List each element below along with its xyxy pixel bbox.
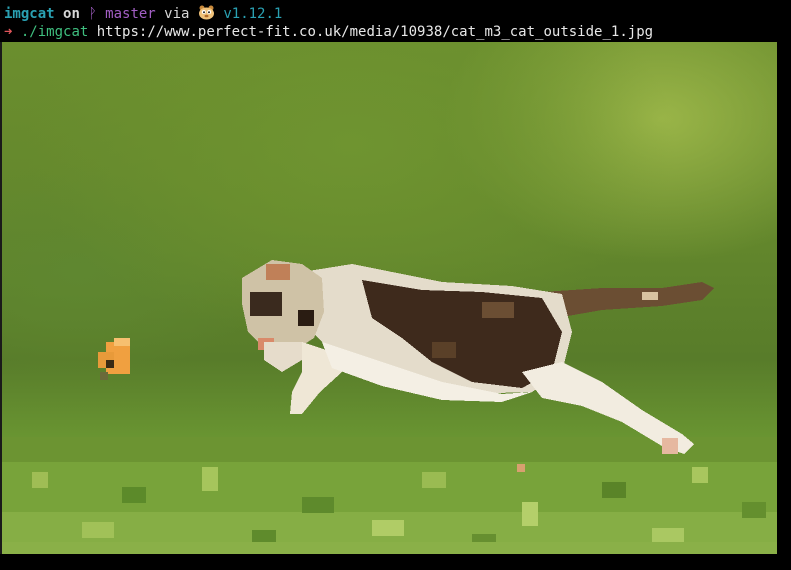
- prompt-on: on: [63, 6, 80, 22]
- command-line: ➜ ./imgcat https://www.perfect-fit.co.uk…: [4, 23, 653, 41]
- prompt-directory: imgcat: [4, 6, 55, 22]
- command-program: ./imgcat: [20, 24, 89, 40]
- butterfly: [98, 338, 130, 380]
- prompt-branch: master: [105, 6, 156, 22]
- shell-prompt: imgcat on ᚹ master via v1.12.1: [4, 5, 282, 23]
- git-branch-icon: ᚹ: [88, 6, 97, 22]
- gopher-icon: [198, 5, 215, 20]
- prompt-via: via: [164, 6, 190, 22]
- prompt-arrow: ➜: [4, 24, 13, 40]
- rendered-cat-image: [2, 42, 777, 554]
- command-argument: https://www.perfect-fit.co.uk/media/1093…: [96, 24, 654, 40]
- prompt-version: v1.12.1: [223, 6, 283, 22]
- grass: [2, 437, 777, 554]
- cat: [242, 260, 714, 454]
